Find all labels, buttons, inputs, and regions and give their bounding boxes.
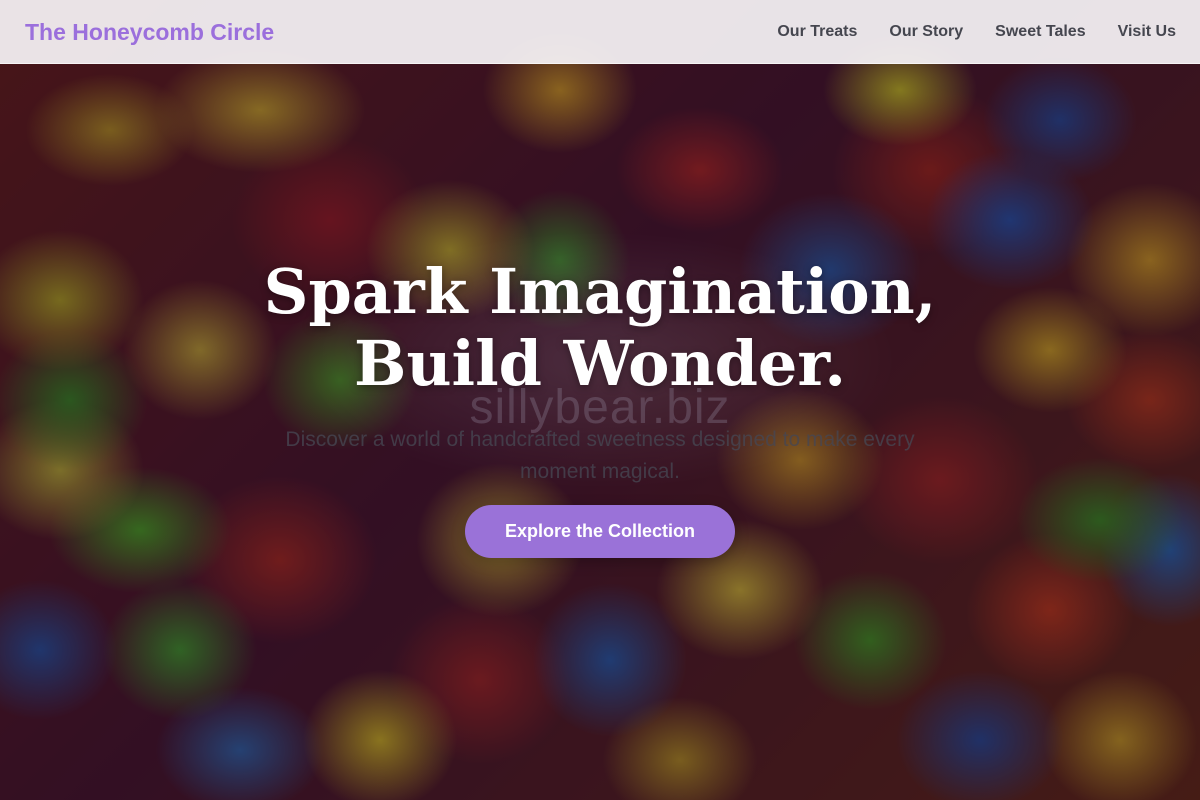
- hero-subtitle: Discover a world of handcrafted sweetnes…: [285, 428, 915, 483]
- nav-link-sweet-tales[interactable]: Sweet Tales: [995, 20, 1085, 44]
- nav-link-our-story[interactable]: Our Story: [889, 20, 963, 44]
- nav-link-visit-us[interactable]: Visit Us: [1118, 20, 1176, 44]
- nav-link-our-treats[interactable]: Our Treats: [777, 20, 857, 44]
- hero-title: Spark Imagination, Build Wonder.: [0, 256, 1200, 400]
- site-header: The Honeycomb Circle Our Treats Our Stor…: [0, 0, 1200, 64]
- explore-collection-button[interactable]: Explore the Collection: [465, 505, 735, 558]
- hero-title-line-1: Spark Imagination,: [263, 255, 937, 328]
- brand-logo-link[interactable]: The Honeycomb Circle: [25, 17, 274, 47]
- main-nav: Our Treats Our Story Sweet Tales Visit U…: [777, 20, 1176, 44]
